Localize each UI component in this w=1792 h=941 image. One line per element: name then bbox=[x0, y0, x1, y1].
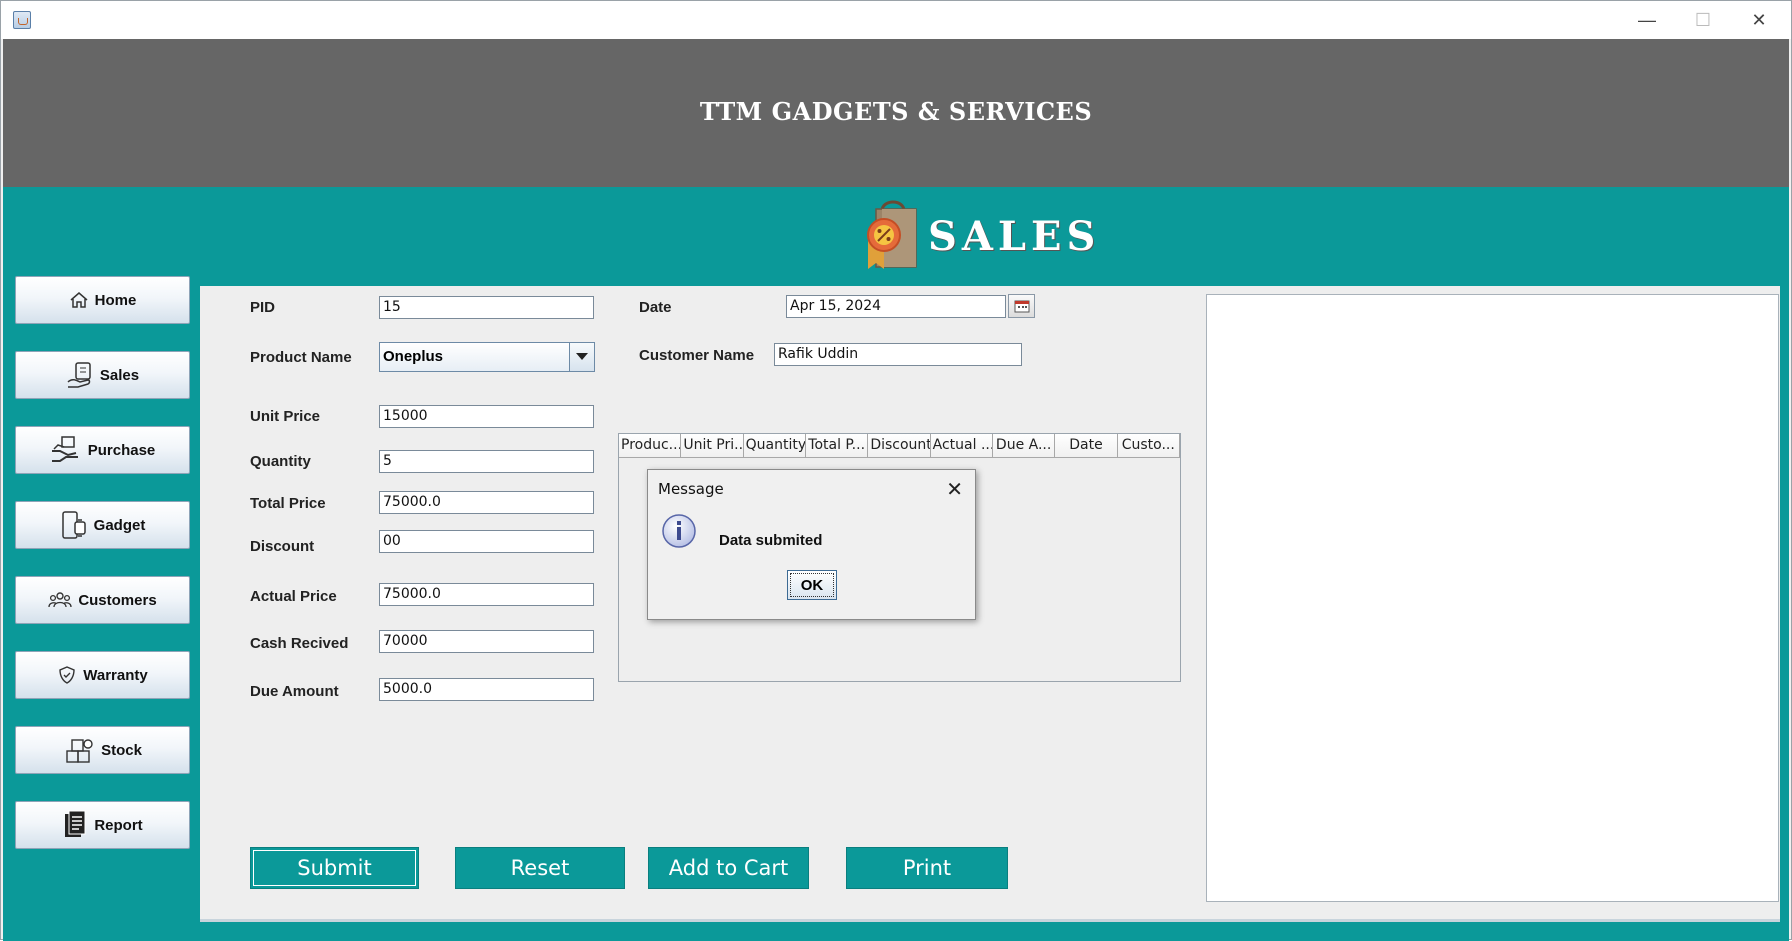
ok-button[interactable]: OK bbox=[787, 570, 837, 600]
actual-price-field[interactable]: 75000.0 bbox=[379, 583, 594, 606]
column-header-customer[interactable]: Custo... bbox=[1117, 434, 1180, 458]
column-header-actual-price[interactable]: Actual ... bbox=[930, 434, 993, 458]
warranty-shield-icon bbox=[59, 666, 75, 684]
sidebar-item-label: Home bbox=[94, 291, 137, 309]
report-document-icon bbox=[65, 810, 86, 837]
close-window-button[interactable]: ✕ bbox=[1737, 5, 1781, 35]
sidebar-item-purchase[interactable]: Purchase bbox=[15, 426, 190, 474]
app-header: TTM GADGETS & SERVICES bbox=[3, 39, 1789, 187]
sidebar-item-customers[interactable]: Customers bbox=[15, 576, 190, 624]
column-header-date[interactable]: Date bbox=[1055, 434, 1118, 458]
calendar-button[interactable] bbox=[1008, 294, 1035, 318]
customer-name-field[interactable]: Rafik Uddin bbox=[774, 343, 1022, 366]
column-header-due-amount[interactable]: Due A... bbox=[992, 434, 1056, 458]
sidebar-item-warranty[interactable]: Warranty bbox=[15, 651, 190, 699]
dialog-title: Message bbox=[658, 480, 724, 498]
sidebar-item-label: Customers bbox=[78, 591, 157, 609]
maximize-button[interactable]: ☐ bbox=[1681, 5, 1725, 35]
product-name-select[interactable]: Oneplus bbox=[379, 342, 595, 372]
sidebar-item-report[interactable]: Report bbox=[15, 801, 190, 849]
column-header-quantity[interactable]: Quantity bbox=[743, 434, 806, 458]
column-header-total-price[interactable]: Total P... bbox=[805, 434, 869, 458]
calendar-icon bbox=[1014, 300, 1029, 313]
product-name-value: Oneplus bbox=[383, 348, 444, 365]
minimize-button[interactable]: — bbox=[1625, 5, 1669, 35]
column-header-discount[interactable]: Discount bbox=[868, 434, 931, 458]
app-title: TTM GADGETS & SERVICES bbox=[699, 97, 1093, 126]
java-app-icon bbox=[13, 11, 31, 29]
pid-field[interactable]: 15 bbox=[379, 296, 594, 319]
purchase-icon bbox=[51, 436, 78, 462]
quantity-field[interactable]: 5 bbox=[379, 450, 594, 473]
total-price-label: Total Price bbox=[250, 495, 326, 512]
customer-name-label: Customer Name bbox=[639, 347, 755, 364]
stock-boxes-icon bbox=[66, 739, 93, 763]
chevron-down-icon[interactable] bbox=[569, 343, 594, 371]
actual-price-label: Actual Price bbox=[250, 588, 337, 605]
total-price-field[interactable]: 75000.0 bbox=[379, 491, 594, 514]
close-icon[interactable]: ✕ bbox=[946, 477, 963, 502]
customers-icon bbox=[48, 592, 72, 608]
sidebar-item-gadget[interactable]: Gadget bbox=[15, 501, 190, 549]
column-header-product[interactable]: Produc... bbox=[619, 434, 682, 458]
add-to-cart-button[interactable]: Add to Cart bbox=[648, 847, 809, 889]
panel-bottom-border bbox=[200, 919, 1780, 922]
dialog-message: Data submited bbox=[719, 532, 823, 549]
sidebar-item-label: Purchase bbox=[87, 441, 156, 459]
shopping-bag-icon bbox=[867, 200, 917, 269]
reset-button[interactable]: Reset bbox=[455, 847, 625, 889]
sidebar-item-label: Warranty bbox=[83, 666, 148, 684]
discount-field[interactable]: 00 bbox=[379, 530, 594, 553]
date-label: Date bbox=[639, 299, 672, 316]
column-header-unit-price[interactable]: Unit Pri... bbox=[681, 434, 744, 458]
sidebar-item-sales[interactable]: Sales bbox=[15, 351, 190, 399]
sidebar-item-stock[interactable]: Stock bbox=[15, 726, 190, 774]
gadget-icon bbox=[61, 511, 86, 539]
due-amount-field[interactable]: 5000.0 bbox=[379, 678, 594, 701]
sales-title: SALES bbox=[928, 213, 1101, 260]
home-icon bbox=[70, 292, 88, 308]
message-dialog: Message ✕ Data submited OK bbox=[647, 469, 976, 620]
pid-label: PID bbox=[250, 299, 276, 316]
sales-icon bbox=[67, 362, 91, 388]
sidebar-item-label: Gadget bbox=[93, 516, 146, 534]
sidebar-item-label: Sales bbox=[99, 366, 140, 384]
date-field[interactable]: Apr 15, 2024 bbox=[786, 295, 1006, 318]
sidebar-item-home[interactable]: Home bbox=[15, 276, 190, 324]
unit-price-field[interactable]: 15000 bbox=[379, 405, 594, 428]
product-name-label: Product Name bbox=[250, 349, 352, 366]
sidebar-item-label: Stock bbox=[101, 741, 142, 759]
table-header: Produc... Unit Pri... Quantity Total P..… bbox=[619, 434, 1180, 458]
submit-button[interactable]: Submit bbox=[250, 847, 419, 889]
unit-price-label: Unit Price bbox=[250, 408, 321, 425]
sales-banner: SALES bbox=[836, 191, 1136, 281]
info-icon bbox=[662, 514, 696, 548]
cash-received-field[interactable]: 70000 bbox=[379, 630, 594, 653]
quantity-label: Quantity bbox=[250, 453, 311, 470]
cash-received-label: Cash Recived bbox=[250, 635, 349, 652]
discount-label: Discount bbox=[250, 538, 315, 555]
due-amount-label: Due Amount bbox=[250, 683, 339, 700]
print-button[interactable]: Print bbox=[846, 847, 1008, 889]
sidebar-item-label: Report bbox=[94, 816, 143, 834]
receipt-preview-area[interactable] bbox=[1206, 294, 1779, 902]
title-bar: — ☐ ✕ bbox=[1, 1, 1791, 39]
app-window: — ☐ ✕ TTM GADGETS & SERVICES SALES Home … bbox=[0, 0, 1792, 941]
